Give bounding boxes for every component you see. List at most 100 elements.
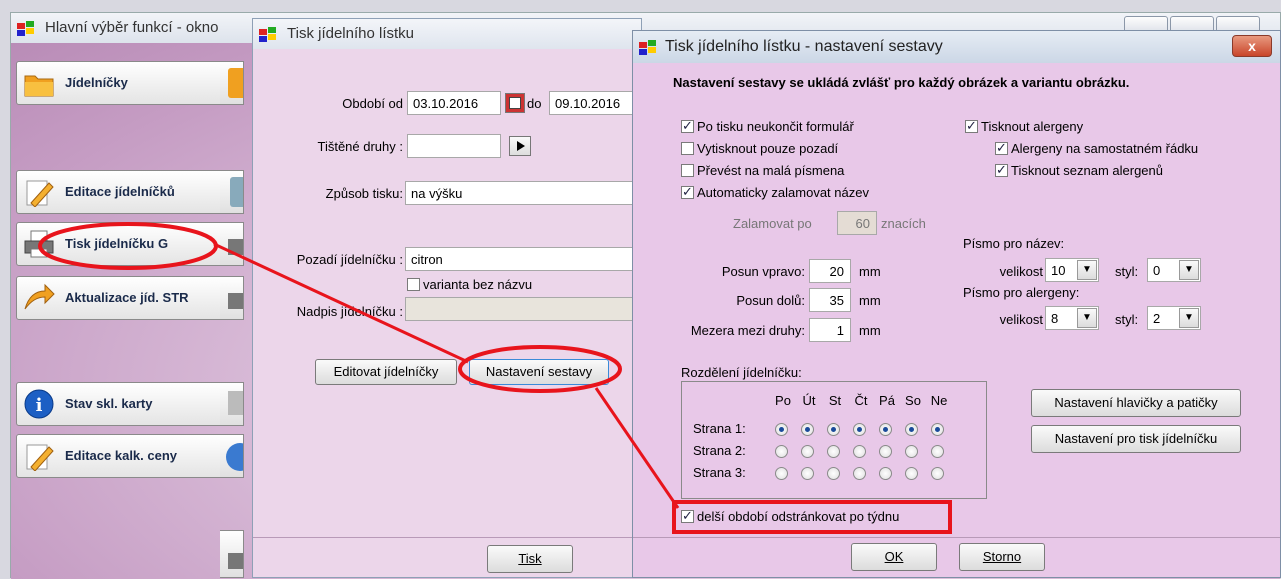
stock-card-button[interactable]: i Stav skl. karty [16, 382, 224, 426]
font-allergen-size-select[interactable]: 8 ▼ [1045, 306, 1099, 330]
longer-period-box[interactable] [681, 508, 694, 524]
header-footer-button[interactable]: Nastavení hlavičky a patičky [1031, 389, 1241, 417]
font-name-size-select[interactable]: 10 ▼ [1045, 258, 1099, 282]
shift-down-input[interactable]: 35 [809, 288, 851, 312]
edit-menus-button[interactable]: Editace jídelníčků [16, 170, 224, 214]
font-allergen-style-select[interactable]: 2 ▼ [1147, 306, 1201, 330]
day-label: Út [802, 393, 816, 408]
day-page-radio[interactable] [775, 445, 788, 458]
side-button-5[interactable] [220, 382, 244, 426]
calendar-icon[interactable] [505, 93, 525, 113]
day-page-radio[interactable] [853, 467, 866, 480]
day-page-radio[interactable] [879, 445, 892, 458]
day-page-radio[interactable] [905, 423, 918, 436]
wrap-unit: znacích [881, 216, 926, 231]
printed-types-input[interactable] [407, 134, 501, 158]
play-icon[interactable] [509, 136, 531, 156]
day-page-radio[interactable] [801, 445, 814, 458]
print-allergens-box[interactable] [965, 118, 978, 134]
allergens-separate-line-checkbox[interactable]: Alergeny na samostatném řádku [995, 140, 1198, 156]
ok-button[interactable]: OK [851, 543, 937, 571]
day-page-radio[interactable] [827, 423, 840, 436]
longer-period-checkbox[interactable]: delší období odstránkovat po týdnu [681, 508, 900, 524]
cancel-button[interactable]: Storno [959, 543, 1045, 571]
update-str-label: Aktualizace jíd. STR [65, 290, 189, 305]
day-label: Pá [879, 393, 895, 408]
side-button-4[interactable] [220, 276, 244, 320]
day-page-radio[interactable] [879, 467, 892, 480]
print-allergens-checkbox[interactable]: Tisknout alergeny [965, 118, 1083, 134]
print-menu-g-button[interactable]: Tisk jídelníčku G [16, 222, 224, 266]
day-page-radio[interactable] [853, 445, 866, 458]
side-button-2[interactable] [220, 170, 244, 214]
allergens-separate-line-box[interactable] [995, 140, 1008, 156]
close-icon[interactable]: x [1232, 35, 1272, 57]
wrap-input[interactable]: 60 [837, 211, 877, 235]
font-name-style-select[interactable]: 0 ▼ [1147, 258, 1201, 282]
background-select[interactable]: citron [405, 247, 645, 271]
gap-input[interactable]: 1 [809, 318, 851, 342]
print-mode-label: Způsob tisku: [325, 186, 403, 201]
report-settings-button[interactable]: Nastavení sestavy [469, 359, 609, 385]
day-page-radio[interactable] [879, 423, 892, 436]
side-button-7[interactable] [220, 530, 244, 578]
font-name-style-label: styl: [1115, 264, 1139, 279]
chevron-down-icon[interactable]: ▼ [1179, 260, 1199, 280]
menu-print-settings-button[interactable]: Nastavení pro tisk jídelníčku [1031, 425, 1241, 453]
day-page-radio[interactable] [827, 445, 840, 458]
period-to-input[interactable]: 09.10.2016 [549, 91, 643, 115]
day-page-radio[interactable] [775, 423, 788, 436]
period-from-input[interactable]: 03.10.2016 [407, 91, 501, 115]
day-page-radio[interactable] [775, 467, 788, 480]
chevron-down-icon[interactable]: ▼ [1179, 308, 1199, 328]
edit-menus-dialog-button[interactable]: Editovat jídelníčky [315, 359, 457, 385]
font-allergen-style-label: styl: [1115, 312, 1139, 327]
auto-wrap-box[interactable] [681, 184, 694, 200]
side-button-1[interactable] [220, 61, 244, 105]
pencil-icon [26, 180, 54, 207]
day-page-radio[interactable] [801, 467, 814, 480]
side-button-3[interactable] [220, 222, 244, 266]
app-icon [259, 27, 276, 42]
gap-unit: mm [859, 323, 881, 338]
print-button[interactable]: Tisk [487, 545, 573, 573]
side-button-6[interactable] [220, 434, 244, 478]
app-icon [17, 21, 34, 36]
print-background-only-checkbox[interactable]: Vytisknout pouze pozadí [681, 141, 838, 156]
print-background-only-box[interactable] [681, 142, 694, 155]
variant-no-name-box[interactable] [407, 278, 420, 291]
settings-dialog-title: Tisk jídelního lístku - nastavení sestav… [665, 38, 943, 55]
variant-no-name-label: varianta bez názvu [423, 277, 533, 292]
day-page-radio[interactable] [905, 467, 918, 480]
keep-form-open-checkbox[interactable]: Po tisku neukončit formulář [681, 118, 854, 134]
day-page-radio[interactable] [931, 423, 944, 436]
update-str-button[interactable]: Aktualizace jíd. STR [16, 276, 224, 320]
day-page-radio[interactable] [853, 423, 866, 436]
print-allergen-list-checkbox[interactable]: Tisknout seznam alergenů [995, 162, 1163, 178]
shift-right-input[interactable]: 20 [809, 259, 851, 283]
print-dialog-title-bar[interactable]: Tisk jídelního lístku [253, 19, 641, 49]
day-page-radio[interactable] [827, 467, 840, 480]
page-label: Strana 2: [693, 443, 746, 458]
print-button-label: Tisk [518, 551, 542, 566]
day-page-radio[interactable] [931, 467, 944, 480]
keep-form-open-box[interactable] [681, 118, 694, 134]
day-page-radio[interactable] [931, 445, 944, 458]
day-page-radio[interactable] [801, 423, 814, 436]
heading-input[interactable] [405, 297, 645, 321]
lowercase-box[interactable] [681, 164, 694, 177]
print-mode-select[interactable]: na výšku [405, 181, 645, 205]
print-allergen-list-box[interactable] [995, 162, 1008, 178]
split-label: Rozdělení jídelníčku: [681, 365, 802, 380]
settings-dialog-title-bar[interactable]: Tisk jídelního lístku - nastavení sestav… [633, 31, 1280, 63]
edit-calc-price-button[interactable]: Editace kalk. ceny [16, 434, 224, 478]
lowercase-checkbox[interactable]: Převést na malá písmena [681, 163, 844, 178]
chevron-down-icon[interactable]: ▼ [1077, 260, 1097, 280]
print-dialog-title: Tisk jídelního lístku [287, 25, 414, 42]
day-page-radio[interactable] [905, 445, 918, 458]
longer-period-label: delší období odstránkovat po týdnu [697, 509, 900, 524]
variant-no-name-checkbox[interactable]: varianta bez názvu [407, 277, 532, 292]
menus-button[interactable]: Jídelníčky [16, 61, 224, 105]
auto-wrap-checkbox[interactable]: Automaticky zalamovat název [681, 184, 869, 200]
chevron-down-icon[interactable]: ▼ [1077, 308, 1097, 328]
